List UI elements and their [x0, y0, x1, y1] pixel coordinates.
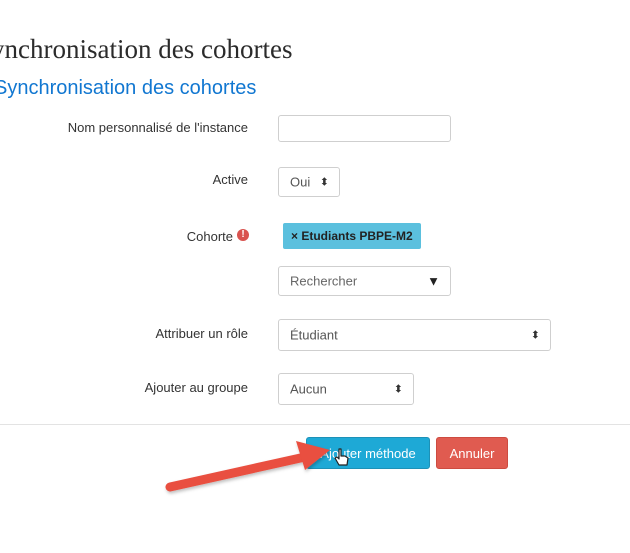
annotation-arrow-icon [165, 441, 330, 492]
hand-cursor-icon [334, 448, 349, 466]
